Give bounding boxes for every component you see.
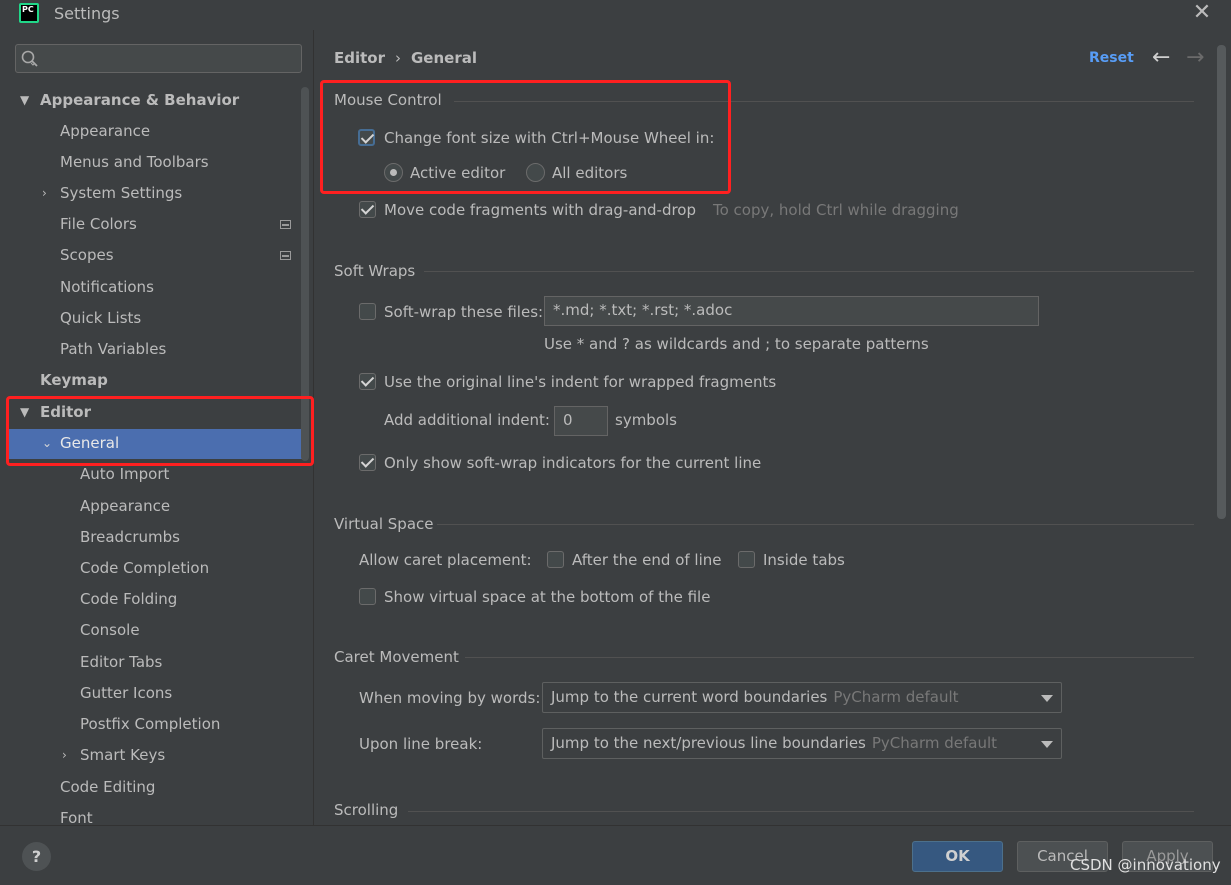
- back-arrow-icon[interactable]: ←: [1152, 45, 1170, 70]
- inside-tabs-checkbox[interactable]: [738, 551, 755, 568]
- line-break-value: Jump to the next/previous line boundarie…: [551, 734, 866, 752]
- search-icon: [21, 50, 38, 67]
- soft-wrap-patterns-field[interactable]: *.md; *.txt; *.rst; *.adoc: [544, 296, 1039, 326]
- pycharm-logo-icon: PC: [19, 3, 39, 23]
- show-virtual-checkbox[interactable]: [359, 588, 376, 605]
- additional-indent-field[interactable]: 0: [554, 406, 608, 436]
- breadcrumb-separator: ›: [395, 49, 401, 67]
- tree-item-appearance[interactable]: Appearance: [60, 118, 150, 144]
- move-fragments-hint: To copy, hold Ctrl while dragging: [713, 201, 959, 219]
- dropdown-arrow-icon: [1041, 741, 1053, 748]
- moving-words-label: When moving by words:: [359, 689, 541, 707]
- section-divider: [424, 271, 1194, 272]
- tree-item-general-appearance[interactable]: Appearance: [80, 493, 170, 519]
- soft-wrap-files-label: Soft-wrap these files:: [384, 303, 544, 321]
- tree-item-notifications[interactable]: Notifications: [60, 274, 154, 300]
- expand-arrow-down-icon[interactable]: ▼: [20, 87, 34, 113]
- highlight-box-mouse-control: [320, 80, 731, 194]
- soft-wrap-files-checkbox[interactable]: [359, 303, 376, 320]
- tree-item-scopes[interactable]: Scopes: [60, 242, 114, 268]
- line-break-label: Upon line break:: [359, 735, 483, 753]
- watermark-text: CSDN @innovationy: [1070, 856, 1221, 874]
- breadcrumb-current: General: [411, 49, 477, 67]
- tree-item-appearance-behavior[interactable]: Appearance & Behavior: [40, 87, 239, 113]
- moving-words-select[interactable]: Jump to the current word boundaries PyCha…: [542, 682, 1062, 713]
- reset-link[interactable]: Reset: [1089, 50, 1134, 66]
- project-level-icon: [280, 251, 291, 260]
- section-title-caret-movement: Caret Movement: [334, 648, 459, 666]
- expand-arrow-right-icon[interactable]: ›: [62, 742, 76, 768]
- after-end-label: After the end of line: [572, 551, 722, 569]
- use-indent-checkbox[interactable]: [359, 373, 376, 390]
- line-break-hint: PyCharm default: [871, 734, 998, 752]
- tree-item-postfix-completion[interactable]: Postfix Completion: [80, 711, 220, 737]
- tree-item-quick-lists[interactable]: Quick Lists: [60, 305, 141, 331]
- logo-text: PC: [21, 5, 37, 21]
- project-level-icon: [280, 220, 291, 229]
- tree-item-code-folding[interactable]: Code Folding: [80, 586, 177, 612]
- tree-item-code-editing[interactable]: Code Editing: [60, 774, 155, 800]
- additional-indent-label: Add additional indent:: [384, 411, 550, 429]
- symbols-label: symbols: [615, 411, 677, 429]
- section-title-scrolling: Scrolling: [334, 801, 399, 819]
- tree-item-file-colors[interactable]: File Colors: [60, 211, 137, 237]
- help-button[interactable]: ?: [22, 842, 51, 871]
- close-icon[interactable]: ✕: [1191, 2, 1213, 24]
- tree-item-path-variables[interactable]: Path Variables: [60, 336, 166, 362]
- move-fragments-label: Move code fragments with drag-and-drop: [384, 201, 697, 219]
- tree-item-menus-toolbars[interactable]: Menus and Toolbars: [60, 149, 209, 175]
- forward-arrow-icon[interactable]: →: [1186, 45, 1204, 70]
- expand-arrow-right-icon[interactable]: ›: [42, 180, 56, 206]
- settings-search-input[interactable]: [15, 44, 302, 73]
- tree-item-code-completion[interactable]: Code Completion: [80, 555, 209, 581]
- tree-item-breadcrumbs[interactable]: Breadcrumbs: [80, 524, 180, 550]
- section-title-virtual-space: Virtual Space: [334, 515, 434, 533]
- window-title: Settings: [54, 4, 120, 23]
- dropdown-arrow-icon: [1041, 695, 1053, 702]
- moving-words-hint: PyCharm default: [833, 688, 959, 706]
- section-divider: [408, 811, 1194, 812]
- title-bar: [0, 0, 1231, 30]
- line-break-select[interactable]: Jump to the next/previous line boundarie…: [542, 728, 1062, 759]
- section-title-soft-wraps: Soft Wraps: [334, 262, 416, 280]
- breadcrumb-parent[interactable]: Editor: [334, 49, 385, 67]
- section-divider: [437, 524, 1194, 525]
- tree-item-system-settings[interactable]: System Settings: [60, 180, 182, 206]
- tree-item-editor-tabs[interactable]: Editor Tabs: [80, 649, 162, 675]
- patterns-hint: Use * and ? as wildcards and ; to separa…: [544, 335, 929, 353]
- after-end-checkbox[interactable]: [547, 551, 564, 568]
- tree-item-gutter-icons[interactable]: Gutter Icons: [80, 680, 172, 706]
- show-virtual-label: Show virtual space at the bottom of the …: [384, 588, 711, 606]
- allow-caret-label: Allow caret placement:: [359, 551, 532, 569]
- tree-item-smart-keys[interactable]: Smart Keys: [80, 742, 165, 768]
- content-scrollbar[interactable]: [1217, 45, 1226, 519]
- section-divider: [465, 657, 1194, 658]
- ok-button[interactable]: OK: [912, 841, 1003, 872]
- highlight-box-editor-general: [6, 396, 314, 466]
- use-indent-label: Use the original line's indent for wrapp…: [384, 373, 777, 391]
- moving-words-value: Jump to the current word boundaries: [551, 688, 828, 706]
- move-fragments-checkbox[interactable]: [359, 201, 376, 218]
- breadcrumb: Editor › General: [334, 49, 477, 67]
- indicators-checkbox[interactable]: [359, 454, 376, 471]
- indicators-label: Only show soft-wrap indicators for the c…: [384, 454, 762, 472]
- tree-item-console[interactable]: Console: [80, 617, 140, 643]
- inside-tabs-label: Inside tabs: [763, 551, 845, 569]
- tree-item-keymap[interactable]: Keymap: [40, 367, 108, 393]
